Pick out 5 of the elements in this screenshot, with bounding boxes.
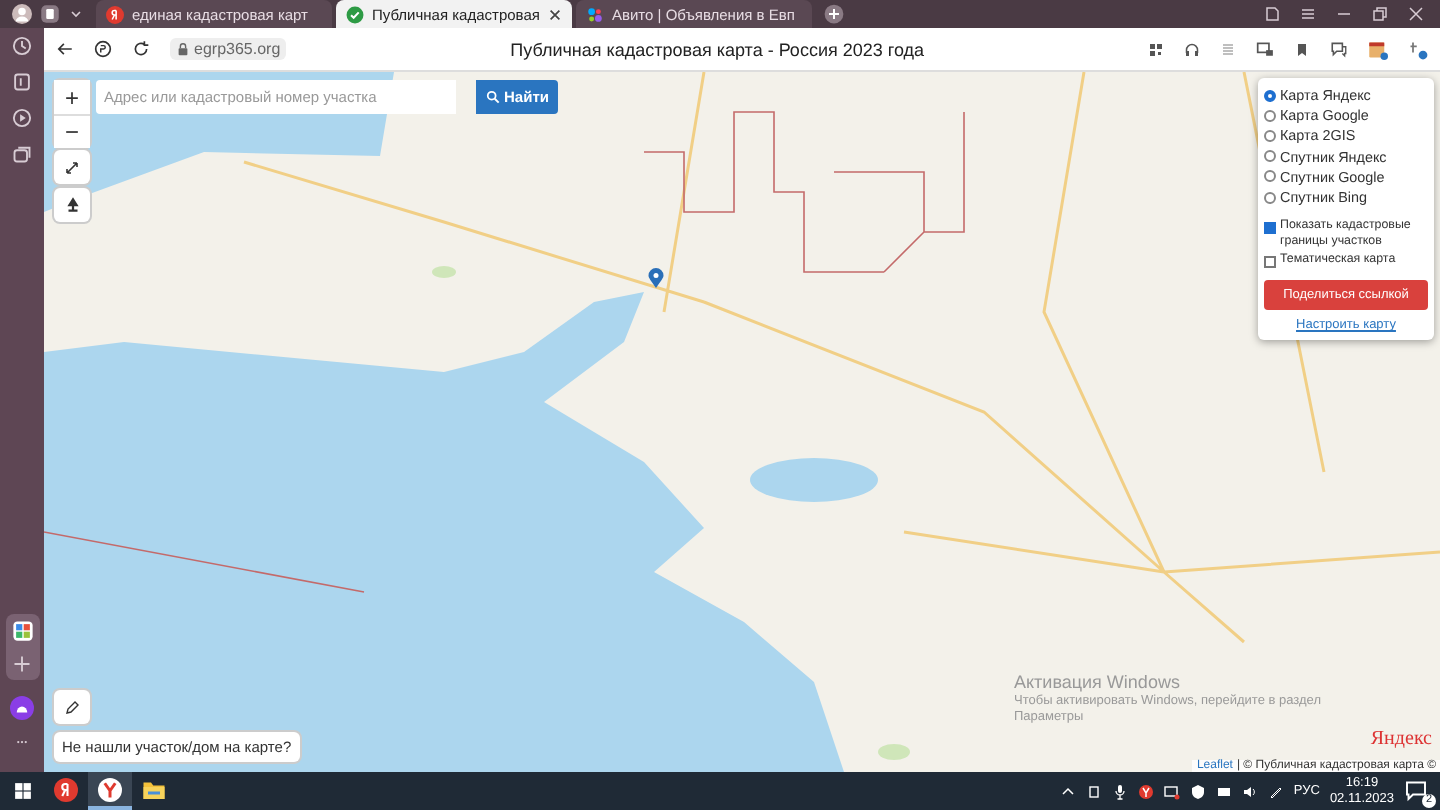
zoom-out-button[interactable]: − xyxy=(54,114,90,148)
page-title: Публичная кадастровая карта - Россия 2023 года xyxy=(508,39,927,59)
provider-logo: Яндекс xyxy=(1370,728,1432,750)
address-field[interactable]: egrp365.org xyxy=(170,38,287,60)
notice-title: Активация Windows xyxy=(1014,672,1182,692)
